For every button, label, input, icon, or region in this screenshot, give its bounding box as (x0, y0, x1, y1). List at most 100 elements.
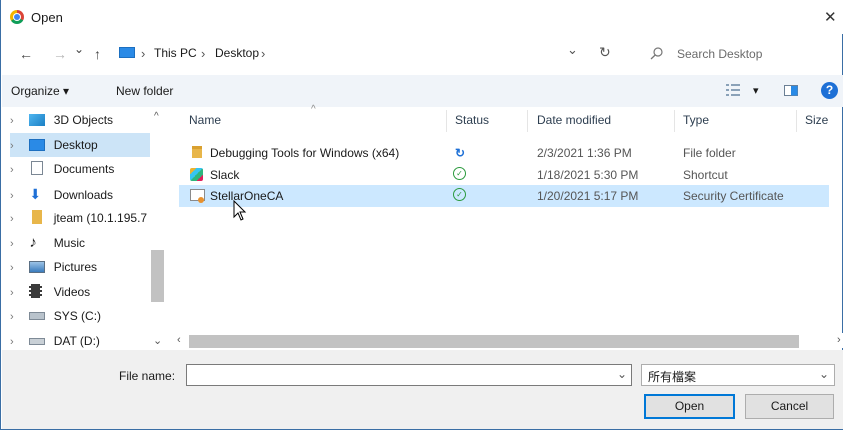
nav-item-label: Music (53, 236, 86, 250)
file-type-select[interactable]: 所有檔案 ⌄ (641, 364, 835, 386)
pictures-icon (29, 261, 46, 273)
forward-icon[interactable]: → (53, 46, 67, 62)
file-row-selected[interactable]: StellarOneCA ✓ 1/20/2021 5:17 PM Securit… (179, 185, 829, 207)
nav-item-label: Videos (53, 285, 91, 299)
scroll-left-icon[interactable]: ‹ (177, 334, 181, 346)
nav-item-downloads[interactable]: › ⬇ Downloads (10, 182, 150, 206)
view-dropdown-icon[interactable]: ▾ (753, 84, 759, 97)
downloads-icon: ⬇ (29, 186, 42, 202)
file-row[interactable]: Debugging Tools for Windows (x64) ↻ 2/3/… (179, 142, 829, 164)
expand-icon[interactable]: › (10, 281, 26, 304)
preview-pane-icon[interactable] (784, 85, 798, 96)
file-name-label: File name: (119, 369, 176, 383)
file-type: File folder (683, 146, 736, 160)
nav-item-label: Desktop (53, 138, 98, 152)
certificate-seal-icon (198, 197, 204, 203)
cancel-button[interactable]: Cancel (745, 394, 834, 419)
column-status-header[interactable]: Status (455, 113, 489, 127)
nav-item-sys-c[interactable]: › SYS (C:) (10, 304, 150, 328)
open-button[interactable]: Open (644, 394, 735, 419)
file-name-dropdown-icon[interactable]: ⌄ (617, 367, 627, 381)
expand-icon[interactable]: › (10, 158, 26, 181)
close-icon[interactable]: ✕ (824, 8, 837, 26)
sort-ascending-icon: ^ (311, 104, 316, 115)
nav-item-label: SYS (C:) (53, 309, 102, 323)
column-type-header[interactable]: Type (683, 113, 709, 127)
drive-icon (29, 338, 46, 345)
nav-item-documents[interactable]: › Documents (10, 157, 150, 181)
view-options-icon[interactable] (726, 84, 742, 96)
file-row[interactable]: Slack ✓ 1/18/2021 5:30 PM Shortcut (179, 164, 829, 186)
nav-item-label: Downloads (53, 188, 114, 202)
expand-icon[interactable]: › (10, 232, 26, 255)
expand-icon[interactable]: › (10, 305, 26, 328)
file-type: Security Certificate (683, 189, 784, 203)
nav-item-music[interactable]: › ♪ Music (10, 231, 150, 255)
title-bar: Open ✕ (1, 0, 843, 34)
breadcrumb-separator: › (201, 46, 206, 61)
shortcut-icon (190, 168, 203, 181)
drive-icon (29, 312, 46, 320)
search-box[interactable]: Search Desktop (637, 38, 833, 68)
nav-item-desktop[interactable]: › Desktop (10, 133, 150, 157)
column-divider[interactable] (796, 110, 797, 132)
breadcrumb-separator[interactable]: › (261, 46, 265, 61)
file-type-value: 所有檔案 (648, 370, 697, 384)
column-divider[interactable] (446, 110, 447, 132)
breadcrumb-this-pc[interactable]: This PC (154, 46, 197, 60)
file-date: 1/20/2021 5:17 PM (537, 189, 639, 203)
videos-icon (29, 284, 43, 298)
scroll-right-icon[interactable]: › (837, 334, 841, 346)
window-title: Open (31, 10, 63, 25)
breadcrumb-desktop[interactable]: Desktop (215, 46, 259, 60)
expand-icon[interactable]: › (10, 109, 26, 132)
expand-icon[interactable]: › (10, 207, 26, 230)
available-icon: ✓ (453, 188, 466, 201)
file-date: 2/3/2021 1:36 PM (537, 146, 632, 160)
folder-icon (192, 146, 202, 158)
nav-item-pictures[interactable]: › Pictures (10, 255, 150, 279)
music-icon: ♪ (29, 234, 37, 251)
mouse-cursor-icon (233, 200, 247, 221)
expand-icon[interactable]: › (10, 134, 26, 157)
new-folder-button[interactable]: New folder (116, 84, 173, 98)
organize-button[interactable]: Organize ▾ (11, 84, 69, 98)
refresh-icon[interactable]: ↻ (599, 44, 611, 61)
expand-icon[interactable]: › (10, 184, 26, 206)
column-size-header[interactable]: Size (805, 113, 828, 127)
file-name: Slack (210, 168, 240, 182)
available-icon: ✓ (453, 167, 466, 180)
nav-item-jteam[interactable]: › jteam (10.1.195.7 (10, 206, 150, 230)
search-input[interactable]: Search Desktop (677, 47, 762, 61)
chrome-icon (10, 10, 24, 24)
network-drive-icon (32, 210, 43, 224)
column-divider[interactable] (674, 110, 675, 132)
documents-icon (31, 161, 44, 175)
nav-item-label: Documents (53, 162, 115, 176)
expand-icon[interactable]: › (10, 256, 26, 279)
scroll-down-icon[interactable]: ⌄ (153, 334, 162, 347)
file-name: Debugging Tools for Windows (x64) (210, 146, 400, 160)
column-date-header[interactable]: Date modified (537, 113, 611, 127)
nav-item-label: Pictures (53, 260, 98, 274)
nav-item-3d-objects[interactable]: › 3D Objects (10, 108, 150, 132)
file-type-dropdown-icon[interactable]: ⌄ (819, 367, 829, 381)
horizontal-scrollbar-thumb[interactable] (189, 335, 799, 348)
nav-item-label: 3D Objects (53, 113, 114, 127)
nav-item-videos[interactable]: › Videos (10, 280, 150, 304)
help-icon[interactable]: ? (821, 82, 838, 99)
back-icon[interactable]: ← (19, 46, 33, 62)
column-name-header[interactable]: Name (189, 113, 221, 127)
open-dialog: Open ✕ ← → ⌄ ↑ › This PC › Desktop › ⌄ ↻… (0, 0, 843, 430)
nav-item-label: jteam (10.1.195.7 (53, 211, 148, 225)
recent-locations-icon[interactable]: ⌄ (74, 42, 84, 56)
column-divider[interactable] (527, 110, 528, 132)
scroll-up-icon[interactable]: ^ (154, 111, 159, 122)
this-pc-icon (119, 47, 135, 58)
file-name-field[interactable]: ⌄ (186, 364, 632, 386)
address-dropdown-icon[interactable]: ⌄ (567, 42, 578, 58)
desktop-icon (29, 139, 46, 151)
file-date: 1/18/2021 5:30 PM (537, 168, 639, 182)
up-icon[interactable]: ↑ (94, 46, 101, 62)
nav-scrollbar-thumb[interactable] (151, 250, 164, 302)
